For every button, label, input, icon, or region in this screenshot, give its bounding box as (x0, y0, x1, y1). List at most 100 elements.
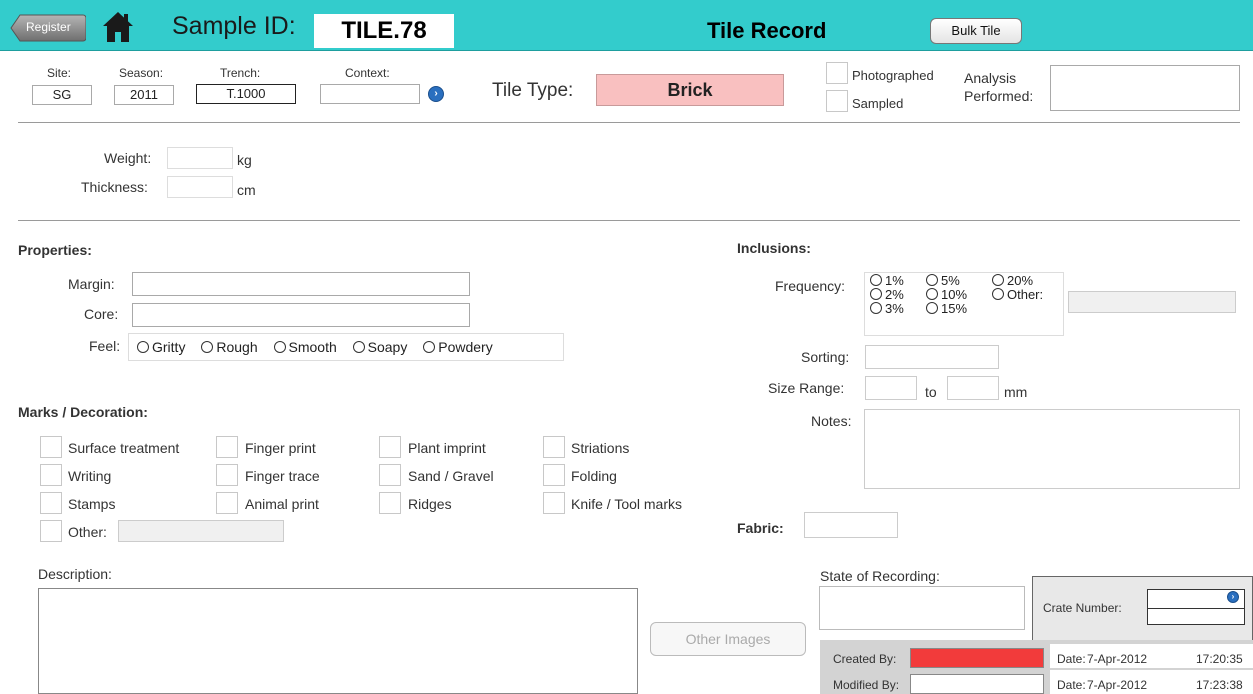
mark-other-field[interactable] (118, 520, 284, 542)
modified-by-field[interactable] (910, 674, 1044, 694)
tile-type-field[interactable]: Brick (596, 74, 784, 106)
feel-option-rough[interactable]: Rough (201, 339, 258, 355)
created-date-label: Date: (1057, 652, 1086, 666)
radio-icon (870, 274, 882, 286)
mark-label: Finger trace (245, 468, 320, 484)
modified-by-label: Modified By: (833, 678, 900, 692)
feel-option-soapy[interactable]: Soapy (352, 339, 407, 355)
fabric-label: Fabric: (737, 520, 784, 536)
tile-type-label: Tile Type: (492, 80, 574, 101)
divider-1 (18, 122, 1240, 123)
analysis-performed-field[interactable] (1050, 65, 1240, 111)
analysis-label-1: Analysis (964, 70, 1017, 86)
season-field[interactable]: 2011 (114, 85, 174, 105)
mark-label: Sand / Gravel (408, 468, 494, 484)
mark-checkbox[interactable] (40, 492, 62, 514)
freq-option[interactable]: Other: (992, 288, 1043, 302)
trench-value: T.1000 (226, 86, 266, 101)
size-min-field[interactable] (865, 376, 917, 400)
mark-label: Plant imprint (408, 440, 486, 456)
freq-option[interactable]: 15% (926, 302, 967, 316)
mark-label: Folding (571, 468, 617, 484)
trench-field[interactable]: T.1000 (196, 84, 296, 104)
radio-icon (926, 302, 938, 314)
mark-checkbox[interactable] (40, 464, 62, 486)
register-button[interactable]: Register (10, 14, 86, 42)
mark-checkbox[interactable] (379, 436, 401, 458)
size-mm-label: mm (1004, 384, 1028, 400)
created-by-label: Created By: (833, 652, 897, 666)
bulk-tile-button[interactable]: Bulk Tile (930, 18, 1022, 44)
size-range-label: Size Range: (768, 380, 845, 396)
site-field[interactable]: SG (32, 85, 92, 105)
register-label: Register (26, 20, 71, 34)
radio-icon (352, 341, 365, 353)
freq-other-field[interactable] (1068, 291, 1236, 313)
freq-option[interactable]: 5% (926, 274, 967, 288)
crate-number-label: Crate Number: (1043, 601, 1122, 615)
mark-other-checkbox[interactable] (40, 520, 62, 542)
home-icon[interactable] (102, 10, 134, 44)
feel-label: Feel: (89, 338, 121, 354)
frequency-label: Frequency: (775, 278, 846, 294)
fabric-field[interactable] (804, 512, 898, 538)
trench-label: Trench: (220, 66, 261, 80)
crate-divider (1148, 608, 1244, 609)
thickness-field[interactable] (167, 176, 233, 198)
mark-checkbox[interactable] (379, 492, 401, 514)
weight-label: Weight: (104, 150, 152, 166)
other-images-button[interactable]: Other Images (650, 622, 806, 656)
mark-label: Ridges (408, 496, 452, 512)
context-go-icon[interactable]: › (428, 86, 444, 102)
created-time-value: 17:20:35 (1196, 652, 1243, 666)
margin-field[interactable] (132, 272, 470, 296)
sample-id-field[interactable]: TILE.78 (314, 14, 454, 48)
weight-field[interactable] (167, 147, 233, 169)
state-of-recording-field[interactable] (819, 586, 1025, 630)
radio-icon (926, 274, 938, 286)
context-field[interactable] (320, 84, 420, 104)
feel-option-powdery[interactable]: Powdery (423, 339, 493, 355)
mark-checkbox[interactable] (216, 464, 238, 486)
description-label: Description: (38, 566, 112, 582)
sample-id-value: TILE.78 (341, 17, 427, 44)
mark-checkbox[interactable] (543, 436, 565, 458)
photographed-checkbox[interactable] (826, 62, 848, 84)
freq-option[interactable]: 10% (926, 288, 967, 302)
feel-radio-group: Gritty Rough Smooth Soapy Powdery (128, 333, 564, 361)
mark-checkbox[interactable] (543, 464, 565, 486)
thickness-unit: cm (237, 182, 256, 198)
radio-icon (992, 288, 1004, 300)
created-by-field[interactable] (910, 648, 1044, 668)
notes-field[interactable] (864, 409, 1240, 489)
crate-go-icon[interactable]: › (1227, 591, 1239, 603)
sorting-field[interactable] (865, 345, 999, 369)
core-field[interactable] (132, 303, 470, 327)
freq-option[interactable]: 20% (992, 274, 1043, 288)
freq-option[interactable]: 1% (870, 274, 904, 288)
sampled-label: Sampled (852, 96, 904, 111)
mark-checkbox[interactable] (216, 436, 238, 458)
radio-icon (926, 288, 938, 300)
freq-col3: 20% Other: (992, 274, 1043, 302)
mark-checkbox[interactable] (216, 492, 238, 514)
description-field[interactable] (38, 588, 638, 694)
thickness-label: Thickness: (81, 179, 148, 195)
mark-checkbox[interactable] (379, 464, 401, 486)
mark-label: Striations (571, 440, 630, 456)
analysis-label-2: Performed: (964, 88, 1034, 104)
feel-option-smooth[interactable]: Smooth (273, 339, 337, 355)
bulk-tile-label: Bulk Tile (951, 23, 1001, 38)
freq-option[interactable]: 2% (870, 288, 904, 302)
freq-col2: 5% 10% 15% (926, 274, 967, 316)
size-max-field[interactable] (947, 376, 999, 400)
mark-label: Knife / Tool marks (571, 496, 683, 512)
mark-checkbox[interactable] (40, 436, 62, 458)
mark-checkbox[interactable] (543, 492, 565, 514)
mark-label: Stamps (68, 496, 116, 512)
feel-option-gritty[interactable]: Gritty (137, 339, 185, 355)
size-to-label: to (925, 384, 937, 400)
radio-icon (992, 274, 1004, 286)
freq-option[interactable]: 3% (870, 302, 904, 316)
sampled-checkbox[interactable] (826, 90, 848, 112)
